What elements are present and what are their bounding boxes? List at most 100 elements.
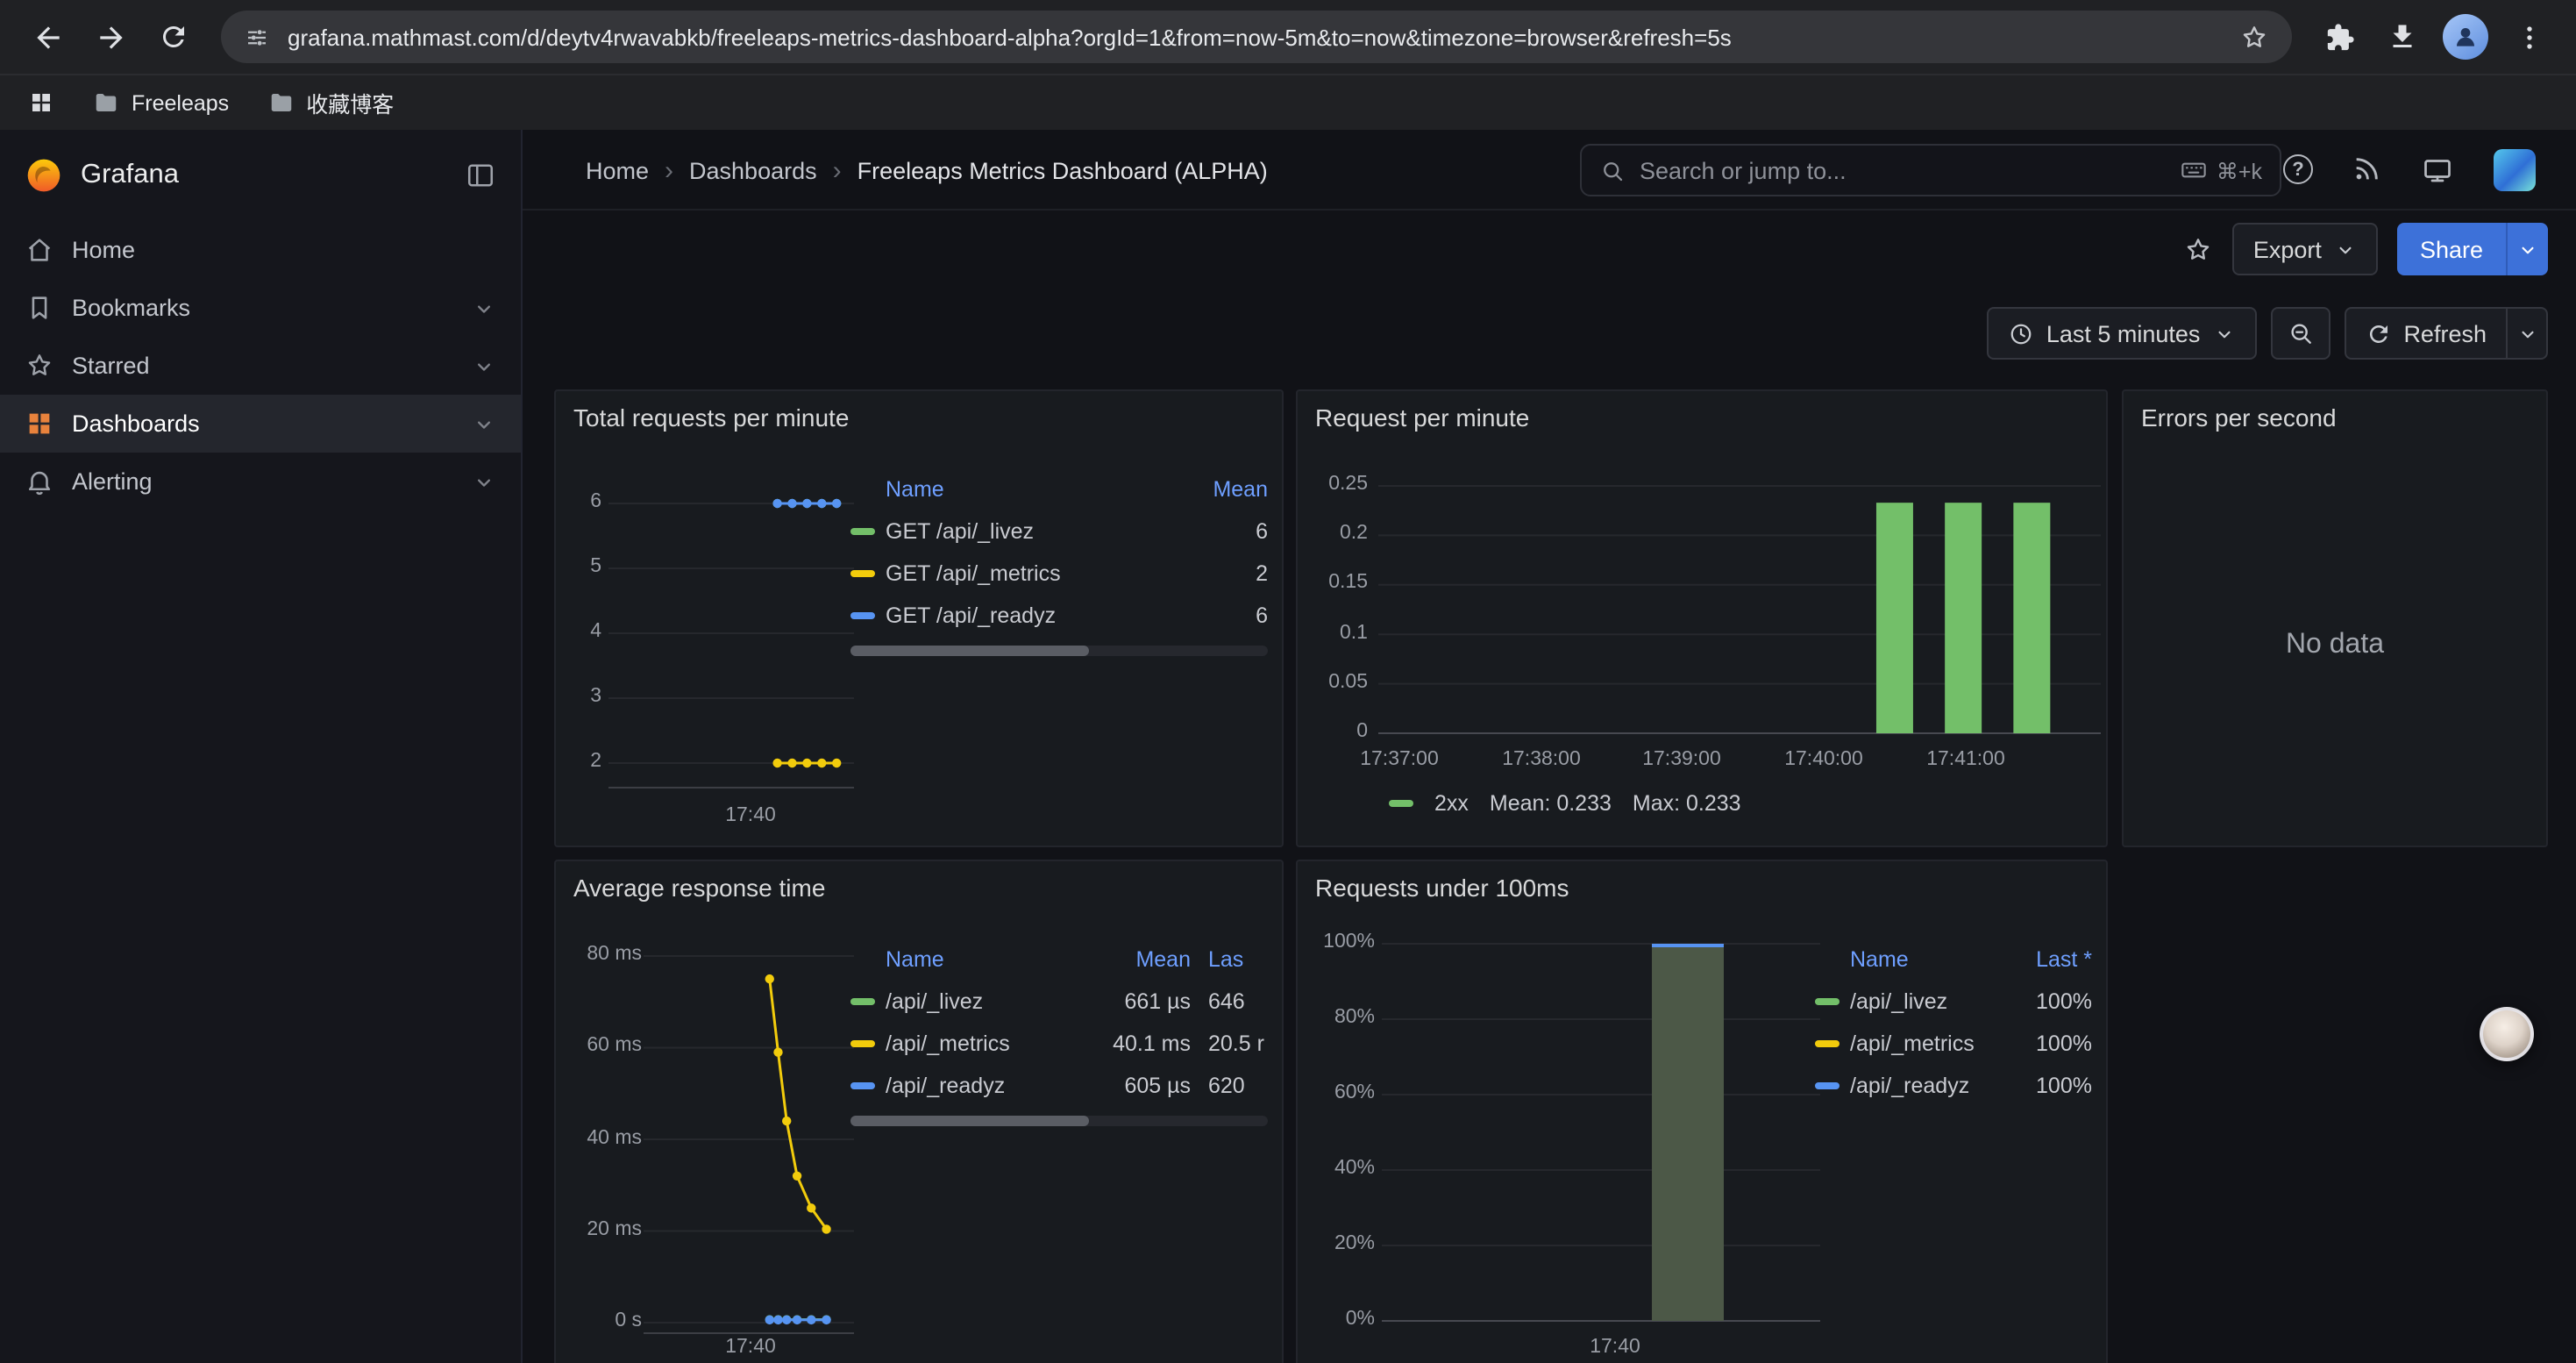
site-settings-icon[interactable] bbox=[244, 24, 270, 50]
legend-mean: Mean: 0.233 bbox=[1490, 791, 1612, 816]
chevron-down-icon[interactable] bbox=[472, 411, 496, 436]
search-shortcut: ⌘+k bbox=[2180, 156, 2262, 184]
legend-col-mean[interactable]: Mean bbox=[1177, 477, 1268, 502]
legend-row[interactable]: /api/_metrics 40.1 ms 20.5 r bbox=[850, 1023, 1268, 1065]
legend-series-name[interactable]: 2xx bbox=[1434, 791, 1469, 816]
breadcrumb-dashboards[interactable]: Dashboards bbox=[689, 157, 817, 183]
bookmark-folder-freeleaps[interactable]: Freeleaps bbox=[93, 89, 229, 116]
legend-row[interactable]: /api/_readyz 100% bbox=[1815, 1065, 2092, 1107]
legend-row[interactable]: /api/_livez 661 µs 646 bbox=[850, 981, 1268, 1023]
bar-chart[interactable] bbox=[1378, 472, 2101, 753]
series-swatch bbox=[850, 612, 875, 619]
chevron-down-icon[interactable] bbox=[472, 469, 496, 494]
legend-col-mean[interactable]: Mean bbox=[1089, 947, 1191, 972]
grafana-logo[interactable] bbox=[25, 156, 63, 195]
apps-grid-icon[interactable] bbox=[28, 89, 54, 116]
legend-col-name[interactable]: Name bbox=[1850, 947, 2008, 972]
export-button[interactable]: Export bbox=[2232, 223, 2378, 275]
legend-row[interactable]: GET /api/_livez 6 bbox=[850, 510, 1268, 553]
panel-title[interactable]: Errors per second bbox=[2141, 403, 2337, 432]
star-icon bbox=[25, 351, 54, 381]
favorite-star-icon[interactable] bbox=[2183, 234, 2213, 264]
refresh-interval-caret[interactable] bbox=[2506, 307, 2548, 360]
breadcrumb: Home › Dashboards › Freeleaps Metrics Da… bbox=[586, 130, 1268, 211]
search-input[interactable] bbox=[1640, 157, 2166, 183]
reload-icon[interactable] bbox=[144, 7, 203, 67]
search-icon bbox=[1599, 157, 1626, 183]
legend-col-name[interactable]: Name bbox=[886, 477, 1177, 502]
y-axis-tick: 0.05 bbox=[1298, 672, 1368, 695]
browser-profile-avatar[interactable] bbox=[2443, 14, 2488, 60]
sidebar-item-dashboards[interactable]: Dashboards bbox=[0, 395, 521, 453]
legend-row[interactable]: GET /api/_readyz 6 bbox=[850, 595, 1268, 637]
forward-icon[interactable] bbox=[81, 7, 140, 67]
y-axis-tick: 0 bbox=[1298, 721, 1368, 744]
search-box[interactable]: ⌘+k bbox=[1580, 144, 2281, 196]
legend-row[interactable]: GET /api/_metrics 2 bbox=[850, 553, 1268, 595]
chevron-down-icon bbox=[2334, 238, 2357, 260]
series-swatch bbox=[1815, 998, 1839, 1005]
news-rss-icon[interactable] bbox=[2352, 154, 2381, 184]
legend-col-last[interactable]: Last * bbox=[2008, 947, 2092, 972]
collapse-sidebar-icon[interactable] bbox=[465, 160, 496, 191]
y-axis-tick: 3 bbox=[556, 686, 601, 709]
user-avatar[interactable] bbox=[2494, 149, 2536, 191]
legend-col-name[interactable]: Name bbox=[886, 947, 1089, 972]
bookmarks-bar: Freeleaps 收藏博客 bbox=[0, 74, 2576, 130]
bookmark-folder-blogs[interactable]: 收藏博客 bbox=[267, 86, 394, 119]
sidebar-item-home[interactable]: Home bbox=[0, 221, 521, 279]
sidebar-item-starred[interactable]: Starred bbox=[0, 337, 521, 395]
display-icon[interactable] bbox=[2422, 154, 2453, 186]
floating-assistant-avatar[interactable] bbox=[2480, 1007, 2534, 1061]
y-axis-tick: 5 bbox=[556, 556, 601, 579]
time-range-picker[interactable]: Last 5 minutes bbox=[1987, 307, 2257, 360]
share-button[interactable]: Share bbox=[2397, 223, 2506, 275]
panel-title[interactable]: Average response time bbox=[573, 874, 825, 902]
refresh-button[interactable]: Refresh bbox=[2344, 307, 2506, 360]
legend-row[interactable]: /api/_livez 100% bbox=[1815, 981, 2092, 1023]
scrollbar-thumb[interactable] bbox=[850, 646, 1088, 656]
scrollbar-thumb[interactable] bbox=[850, 1116, 1088, 1126]
bookmark-star-icon[interactable] bbox=[2239, 22, 2269, 52]
screenshot-root: grafana.mathmast.com/d/deytv4rwavabkb/fr… bbox=[0, 0, 2576, 1363]
legend-scrollbar[interactable] bbox=[850, 646, 1268, 656]
no-data-message: No data bbox=[2124, 444, 2546, 846]
sidebar-item-alerting[interactable]: Alerting bbox=[0, 453, 521, 510]
x-axis-tick: 17:38:00 bbox=[1485, 749, 1598, 772]
extensions-icon[interactable] bbox=[2309, 7, 2369, 67]
legend-row[interactable]: /api/_metrics 100% bbox=[1815, 1023, 2092, 1065]
series-swatch bbox=[850, 528, 875, 535]
url-text[interactable]: grafana.mathmast.com/d/deytv4rwavabkb/fr… bbox=[288, 24, 2222, 50]
line-chart[interactable] bbox=[608, 479, 854, 805]
series-swatch bbox=[1815, 1082, 1839, 1089]
series-swatch bbox=[850, 570, 875, 577]
panel-title[interactable]: Requests under 100ms bbox=[1315, 874, 1569, 902]
sidebar-item-bookmarks[interactable]: Bookmarks bbox=[0, 279, 521, 337]
line-chart[interactable] bbox=[644, 942, 854, 1349]
home-icon bbox=[25, 235, 54, 265]
address-bar[interactable]: grafana.mathmast.com/d/deytv4rwavabkb/fr… bbox=[221, 11, 2292, 63]
y-axis-tick: 80% bbox=[1298, 1007, 1375, 1030]
legend-col-last[interactable]: Las bbox=[1191, 947, 1268, 972]
breadcrumb-separator: › bbox=[665, 157, 673, 183]
panel-title[interactable]: Total requests per minute bbox=[573, 403, 849, 432]
sidebar-nav: Home Bookmarks Starred Dashboards Alerti… bbox=[0, 221, 521, 510]
share-caret[interactable] bbox=[2506, 223, 2548, 275]
breadcrumb-separator: › bbox=[833, 157, 842, 183]
panel-title[interactable]: Request per minute bbox=[1315, 403, 1529, 432]
chevron-down-icon[interactable] bbox=[472, 353, 496, 378]
series-swatch bbox=[850, 1040, 875, 1047]
chevron-down-icon[interactable] bbox=[472, 296, 496, 320]
browser-menu-icon[interactable] bbox=[2499, 7, 2558, 67]
grafana-sidebar: Grafana Home Bookmarks Starred Dashboard… bbox=[0, 130, 523, 1363]
legend-scrollbar[interactable] bbox=[850, 1116, 1268, 1126]
back-icon[interactable] bbox=[18, 7, 77, 67]
bar-chart[interactable] bbox=[1382, 931, 1820, 1335]
x-axis-tick: 17:40 bbox=[1545, 1337, 1685, 1359]
zoom-out-icon[interactable] bbox=[2270, 307, 2330, 360]
brand-title: Grafana bbox=[81, 160, 447, 191]
help-icon[interactable]: ? bbox=[2283, 154, 2313, 184]
breadcrumb-home[interactable]: Home bbox=[586, 157, 649, 183]
legend-row[interactable]: /api/_readyz 605 µs 620 bbox=[850, 1065, 1268, 1107]
downloads-icon[interactable] bbox=[2373, 7, 2432, 67]
